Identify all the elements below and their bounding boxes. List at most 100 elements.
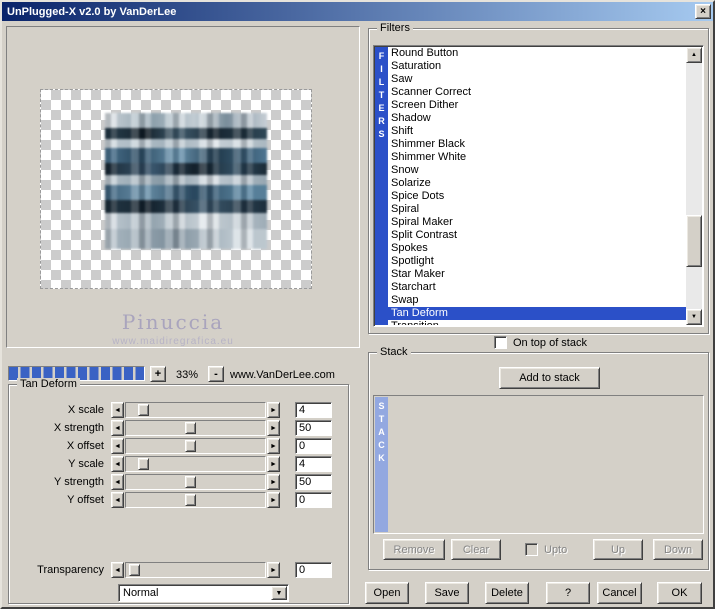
filters-list[interactable]: Round Button Saturation Saw Scanner Correct… — [388, 47, 686, 325]
up-button[interactable]: Up — [593, 539, 643, 560]
filters-scrollbar[interactable]: ▲ ▼ — [686, 47, 702, 325]
save-button[interactable]: Save — [425, 582, 469, 604]
filter-item[interactable]: Spice Dots — [388, 190, 686, 203]
slider-thumb[interactable] — [184, 422, 196, 434]
slider-value-input[interactable] — [295, 456, 332, 472]
scrollbar-thumb[interactable] — [686, 215, 702, 267]
filter-item[interactable]: Solarize — [388, 177, 686, 190]
titlebar[interactable]: UnPlugged-X v2.0 by VanDerLee × — [2, 2, 713, 21]
slider-track[interactable] — [125, 492, 266, 508]
zoom-in-button[interactable]: + — [150, 366, 166, 382]
filter-item[interactable]: Saw — [388, 73, 686, 86]
slider-left-arrow[interactable]: ◄ — [111, 474, 124, 490]
slider-track[interactable] — [125, 474, 266, 490]
slider-track[interactable] — [125, 562, 266, 578]
transparency-checkerboard — [40, 89, 312, 289]
params-group: Tan Deform X scale◄►X strength◄►X offset… — [8, 378, 349, 604]
on-top-checkbox[interactable] — [494, 336, 507, 349]
filter-item[interactable]: Swap — [388, 294, 686, 307]
slider-row: Y scale ◄ ► — [11, 455, 344, 473]
zoom-level: 33% — [175, 369, 199, 381]
slider-left-arrow[interactable]: ◄ — [111, 438, 124, 454]
combo-dropdown-button[interactable]: ▼ — [271, 586, 287, 600]
filter-item[interactable]: Shift — [388, 125, 686, 138]
filters-group-title: Filters — [377, 22, 413, 34]
slider-value-input[interactable] — [295, 402, 332, 418]
down-button[interactable]: Down — [653, 539, 703, 560]
slider-row: Y strength ◄ ► — [11, 473, 344, 491]
slider-value-input[interactable] — [295, 474, 332, 490]
filter-item[interactable]: Split Contrast — [388, 229, 686, 242]
slider-right-arrow[interactable]: ► — [267, 492, 280, 508]
slider-value-input[interactable] — [295, 492, 332, 508]
blend-mode-select[interactable]: Normal ▼ — [118, 584, 289, 602]
slider-left-arrow[interactable]: ◄ — [111, 420, 124, 436]
filter-item[interactable]: Starchart — [388, 281, 686, 294]
help-button[interactable]: ? — [546, 582, 590, 604]
filter-item[interactable]: Shadow — [388, 112, 686, 125]
filter-item[interactable]: Round Button — [388, 47, 686, 60]
filter-item[interactable]: Saturation — [388, 60, 686, 73]
add-to-stack-button[interactable]: Add to stack — [499, 367, 600, 389]
slider-thumb[interactable] — [184, 494, 196, 506]
slider-left-arrow[interactable]: ◄ — [111, 492, 124, 508]
filter-item[interactable]: Spiral Maker — [388, 216, 686, 229]
filter-item[interactable]: Tan Deform — [388, 307, 686, 320]
slider-row: X offset ◄ ► — [11, 437, 344, 455]
close-icon: × — [700, 5, 706, 17]
arrow-down-icon: ▼ — [691, 314, 697, 320]
stack-group: Stack Add to stack S T A C K Remove Clea… — [368, 346, 709, 570]
slider-left-arrow[interactable]: ◄ — [111, 456, 124, 472]
slider-value-input[interactable] — [295, 420, 332, 436]
filter-item[interactable]: Shimmer White — [388, 151, 686, 164]
slider-thumb[interactable] — [184, 476, 196, 488]
ok-button[interactable]: OK — [657, 582, 702, 604]
filter-item[interactable]: Scanner Correct — [388, 86, 686, 99]
slider-left-arrow[interactable]: ◄ — [111, 402, 124, 418]
stack-button-row: Remove Clear Upto Up Down — [369, 539, 708, 560]
slider-thumb[interactable] — [128, 564, 140, 576]
filter-item[interactable]: Spokes — [388, 242, 686, 255]
filter-item[interactable]: Screen Dither — [388, 99, 686, 112]
filter-item[interactable]: Spiral — [388, 203, 686, 216]
scroll-down-button[interactable]: ▼ — [686, 309, 702, 325]
slider-value-input[interactable] — [295, 438, 332, 454]
filters-listbox: F I L T E R S Round Button Saturation Saw S… — [373, 45, 704, 327]
scroll-up-button[interactable]: ▲ — [686, 47, 702, 63]
upto-checkbox[interactable] — [525, 543, 538, 556]
slider-right-arrow[interactable]: ► — [267, 402, 280, 418]
slider-thumb[interactable] — [137, 458, 149, 470]
remove-button[interactable]: Remove — [383, 539, 445, 560]
slider-label: X scale — [67, 404, 104, 416]
slider-track[interactable] — [125, 420, 266, 436]
close-button[interactable]: × — [695, 4, 711, 19]
filter-item[interactable]: Snow — [388, 164, 686, 177]
upto-label: Upto — [544, 543, 568, 556]
cancel-button[interactable]: Cancel — [597, 582, 642, 604]
slider-left-arrow[interactable]: ◄ — [111, 562, 124, 578]
slider-track[interactable] — [125, 456, 266, 472]
zoom-out-button[interactable]: - — [208, 366, 224, 382]
filter-item[interactable]: Star Maker — [388, 268, 686, 281]
delete-button[interactable]: Delete — [485, 582, 529, 604]
chevron-down-icon: ▼ — [275, 589, 283, 597]
open-button[interactable]: Open — [365, 582, 409, 604]
slider-value-input[interactable] — [295, 562, 332, 578]
slider-right-arrow[interactable]: ► — [267, 456, 280, 472]
slider-label: X offset — [66, 440, 104, 452]
filter-item[interactable]: Shimmer Black — [388, 138, 686, 151]
slider-track[interactable] — [125, 438, 266, 454]
stack-listbox[interactable]: S T A C K — [373, 395, 704, 534]
slider-thumb[interactable] — [137, 404, 149, 416]
slider-right-arrow[interactable]: ► — [267, 562, 280, 578]
slider-thumb[interactable] — [184, 440, 196, 452]
filter-item[interactable]: Transition — [388, 320, 686, 325]
filter-item[interactable]: Spotlight — [388, 255, 686, 268]
slider-right-arrow[interactable]: ► — [267, 420, 280, 436]
slider-label: Y scale — [68, 458, 104, 470]
clear-button[interactable]: Clear — [451, 539, 501, 560]
watermark-title: Pinuccia — [121, 310, 225, 334]
slider-track[interactable] — [125, 402, 266, 418]
slider-right-arrow[interactable]: ► — [267, 438, 280, 454]
slider-right-arrow[interactable]: ► — [267, 474, 280, 490]
